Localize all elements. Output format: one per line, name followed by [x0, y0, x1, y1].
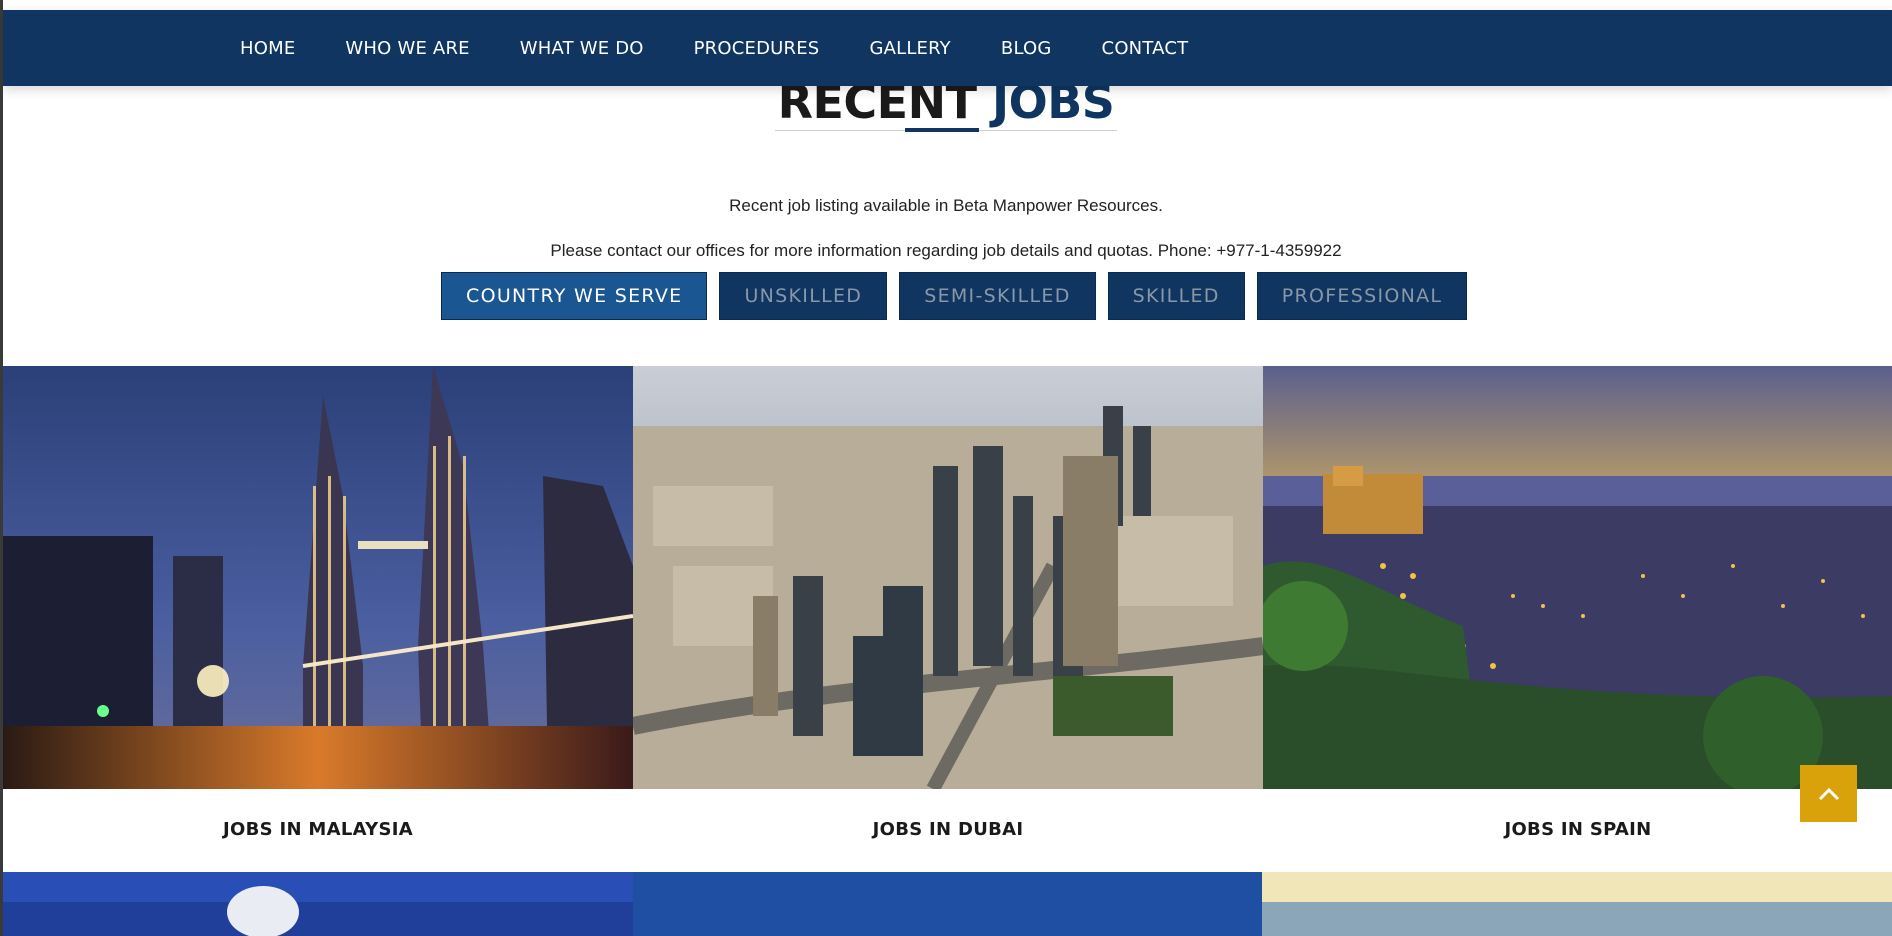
row2-image-2	[632, 872, 1263, 936]
job-card-row2-2[interactable]	[632, 872, 1263, 936]
card-caption[interactable]: JOBS IN MALAYSIA	[3, 789, 633, 869]
card-caption[interactable]: JOBS IN SPAIN	[1263, 789, 1892, 869]
malaysia-image	[3, 366, 633, 789]
jobs-grid-row-2	[3, 872, 1892, 936]
card-caption[interactable]: JOBS IN DUBAI	[633, 789, 1263, 869]
job-filter-tabs: COUNTRY WE SERVE UNSKILLED SEMI-SKILLED …	[441, 272, 1479, 320]
dubai-illustration	[633, 366, 1263, 789]
jobs-grid: JOBS IN MALAYSIA JOBS IN DUBAI JOBS IN S…	[3, 366, 1892, 870]
nav-contact[interactable]: CONTACT	[1102, 38, 1189, 59]
nav-what-we-do[interactable]: WHAT WE DO	[520, 38, 644, 59]
section-contact-line: Please contact our offices for more info…	[550, 241, 1342, 260]
row2-image-1	[3, 872, 633, 936]
nav-procedures[interactable]: PROCEDURES	[694, 38, 820, 59]
filter-skilled[interactable]: SKILLED	[1107, 272, 1245, 320]
filter-country-we-serve[interactable]: COUNTRY WE SERVE	[441, 272, 708, 320]
nav-blog[interactable]: BLOG	[1001, 38, 1052, 59]
job-card-spain[interactable]: JOBS IN SPAIN	[1263, 366, 1892, 870]
section-intro: Recent job listing available in Beta Man…	[729, 196, 1163, 215]
job-card-dubai[interactable]: JOBS IN DUBAI	[633, 366, 1263, 870]
job-card-row2-3[interactable]	[1262, 872, 1892, 936]
filter-professional[interactable]: PROFESSIONAL	[1256, 272, 1468, 320]
main-navbar: HOME WHO WE ARE WHAT WE DO PROCEDURES GA…	[3, 10, 1892, 86]
nav-gallery[interactable]: GALLERY	[869, 38, 950, 59]
spain-image	[1263, 366, 1892, 789]
job-card-malaysia[interactable]: JOBS IN MALAYSIA	[3, 366, 633, 870]
nav-list: HOME WHO WE ARE WHAT WE DO PROCEDURES GA…	[240, 10, 1238, 86]
dubai-image	[633, 366, 1263, 789]
scroll-to-top-button[interactable]	[1800, 765, 1857, 822]
spain-illustration	[1263, 366, 1892, 789]
nav-who-we-are[interactable]: WHO WE ARE	[345, 38, 469, 59]
row2-image-3	[1262, 872, 1892, 936]
chevron-up-icon	[1818, 787, 1839, 800]
filter-unskilled[interactable]: UNSKILLED	[719, 272, 888, 320]
nav-home[interactable]: HOME	[240, 38, 295, 59]
title-underline	[904, 128, 979, 132]
malaysia-illustration	[3, 366, 633, 789]
job-card-row2-1[interactable]	[3, 872, 633, 936]
filter-semi-skilled[interactable]: SEMI-SKILLED	[899, 272, 1096, 320]
